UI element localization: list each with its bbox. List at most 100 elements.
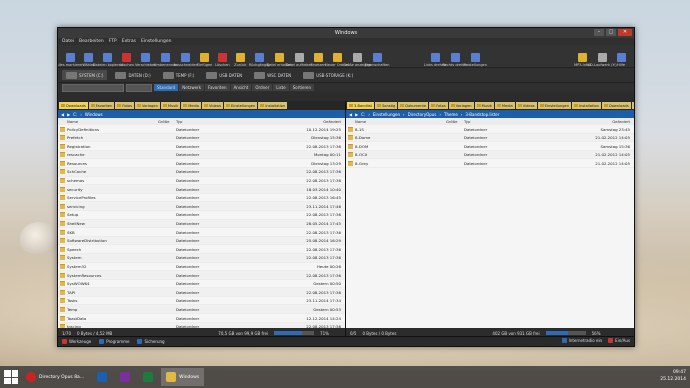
drive-button-2[interactable]: TEMP (F:): [159, 70, 199, 80]
view-button-2[interactable]: Favoriten: [205, 84, 230, 91]
col-name[interactable]: Name: [355, 119, 366, 124]
taskbar-item-directory-opus[interactable]: Directory Opus 8a...: [21, 368, 89, 386]
power-button[interactable]: Ein/Aus: [608, 338, 630, 343]
start-button-windows-icon[interactable]: [4, 370, 18, 384]
internet-radio-button[interactable]: Internetradio ein: [561, 338, 602, 343]
view-button-5[interactable]: Liste: [273, 84, 289, 91]
system-clock[interactable]: 09:47 25.12.2014: [660, 369, 686, 383]
toolbar-button-5[interactable]: Umbenennen: [154, 53, 177, 67]
list-item[interactable]: SystemResources Dateiordner 22.08.2013 17:…: [58, 271, 345, 280]
list-item[interactable]: security Dateiordner 18.03.2014 10:40: [58, 185, 345, 194]
maximize-button[interactable]: □: [606, 29, 616, 36]
col-name[interactable]: Name: [67, 119, 78, 124]
list-item[interactable]: ServiceProfiles Dateiordner 22.08.2013 16:…: [58, 194, 345, 203]
taskbar-item-onenote[interactable]: [115, 368, 135, 386]
breadcrumb-item-0[interactable]: C:: [73, 112, 77, 117]
list-item[interactable]: Speech Dateiordner 22.08.2013 17:36: [58, 245, 345, 254]
col-size[interactable]: Größe: [446, 119, 457, 124]
list-item[interactable]: ShellNew Dateiordner 28.05.2014 17:45: [58, 219, 345, 229]
left-tab-0[interactable]: Downloads: [59, 102, 88, 109]
right-tab-3[interactable]: Fotos: [429, 102, 448, 109]
list-item[interactable]: SKB Dateiordner 22.08.2013 17:36: [58, 228, 345, 237]
breadcrumb-item-4[interactable]: 3-Bandstop.lister: [465, 112, 499, 117]
list-item[interactable]: System Dateiordner 22.08.2013 17:36: [58, 253, 345, 263]
toolbar-button-3[interactable]: Löschen: [119, 53, 135, 67]
list-item[interactable]: 8-Dome Dateiordner 21.02.2012 14:05: [346, 133, 634, 143]
breadcrumb-item-1[interactable]: Einstellungen: [373, 112, 400, 117]
list-item[interactable]: SysWOW64 Dateiordner Gestern 00:50: [58, 280, 345, 289]
drive-button-4[interactable]: WSC DATEN: [250, 70, 295, 80]
col-date[interactable]: Geändert: [323, 119, 341, 124]
view-button-1[interactable]: Netzwerk: [179, 84, 205, 91]
back-arrow-icon[interactable]: ◀: [61, 112, 64, 117]
view-button-6[interactable]: Sortieren: [289, 84, 315, 91]
toolbar-button-4[interactable]: Verschieben: [135, 53, 156, 67]
toolbar-button-16[interactable]: Eigenschaften: [365, 53, 389, 67]
taskbar-item-windows-folder[interactable]: Windows: [161, 368, 205, 386]
list-item[interactable]: PolicyDefinitions Dateiordner 10.12.2014 1…: [58, 125, 345, 134]
list-item[interactable]: Resources Dateiordner Dienstag 13:29: [58, 159, 345, 168]
close-button[interactable]: ✕: [618, 29, 632, 36]
breadcrumb-item-2[interactable]: DirectoryOpus: [408, 112, 437, 117]
list-item[interactable]: Registration Dateiordner 22.08.2013 17:36: [58, 142, 345, 151]
right-tab-7[interactable]: Videos: [515, 102, 537, 109]
right-tab-9[interactable]: Installation: [572, 102, 601, 109]
left-tab-3[interactable]: Vorlagen: [135, 102, 160, 109]
menu-item-4[interactable]: Einstellungen: [141, 39, 172, 44]
drive-button-3[interactable]: USB DATEN: [202, 70, 246, 80]
left-tab-5[interactable]: Media: [181, 102, 201, 109]
toolbar-button-17[interactable]: Links drehen: [424, 53, 446, 67]
toolbar-button-8[interactable]: Löschen: [215, 53, 231, 67]
taskbar-item-excel[interactable]: [138, 368, 158, 386]
left-tab-7[interactable]: Einstellungen: [223, 102, 258, 109]
toolbar-button-6[interactable]: Ausschneiden: [174, 53, 198, 67]
list-item[interactable]: SchCache Dateiordner 22.08.2013 17:36: [58, 167, 345, 177]
toolbar-button-7[interactable]: Einfügen: [197, 53, 213, 67]
list-item[interactable]: TAPI Dateiordner 22.08.2013 17:36: [58, 288, 345, 297]
list-item[interactable]: rescache Dateiordner Montag 00:11: [58, 150, 345, 160]
col-size[interactable]: Größe: [158, 119, 169, 124]
tools-button[interactable]: Werkzeuge: [62, 339, 91, 344]
forward-arrow-icon[interactable]: ▶: [67, 112, 70, 117]
right-tab-1[interactable]: Sonstig: [374, 102, 398, 109]
list-item[interactable]: 8-1S Dateiordner Samstag 23:45: [346, 125, 634, 134]
list-item[interactable]: System32 Dateiordner Heute 00:26: [58, 263, 345, 272]
view-button-0[interactable]: Standard: [154, 84, 179, 91]
left-tab-1[interactable]: Favoriten: [88, 102, 115, 109]
right-tab-4[interactable]: Vorlagen: [448, 102, 474, 109]
list-item[interactable]: 8-Grey Dateiordner 21.02.2012 14:05: [346, 159, 634, 168]
search-box[interactable]: [62, 83, 124, 92]
left-tab-8[interactable]: Installation: [258, 102, 288, 109]
drive-button-0[interactable]: SYSTEM (C:): [62, 70, 108, 80]
list-item[interactable]: SoftwareDistribution Dateiordner 25.08.201…: [58, 236, 345, 246]
toolbar-button-21[interactable]: CD-Laufwerk (Y:): [588, 53, 617, 67]
right-tab-0[interactable]: 3-Bandlist: [347, 102, 374, 109]
forward-arrow-icon[interactable]: ▶: [355, 112, 358, 117]
list-item[interactable]: ToastData Dateiordner 12.12.2014 14:24: [58, 314, 345, 323]
right-address-bar[interactable]: ◀ ▶ C: › Einstellungen › DirectoryOpus › Theme › 3…: [346, 110, 634, 118]
breadcrumb-item-0[interactable]: C:: [361, 112, 365, 117]
toolbar-button-13[interactable]: Ersetzen: [310, 53, 326, 67]
toolbar-button-19[interactable]: Einstellungen: [463, 53, 487, 67]
toolbar-button-12[interactable]: Datei aufheben: [286, 53, 313, 67]
toolbar-button-0[interactable]: Alles markieren: [58, 53, 84, 67]
left-tab-2[interactable]: Fotos: [115, 102, 135, 109]
list-item[interactable]: Tasks Dateiordner 23.11.2014 17:34: [58, 297, 345, 306]
list-item[interactable]: Prefetch Dateiordner Dienstag 15:36: [58, 133, 345, 143]
drive-button-5[interactable]: USB-STORAGE (K:): [299, 70, 357, 80]
drive-button-1[interactable]: DATEN (D:): [111, 70, 154, 80]
col-type[interactable]: Typ: [464, 119, 470, 124]
programs-button[interactable]: Programme: [99, 339, 129, 344]
col-type[interactable]: Typ: [176, 119, 182, 124]
breadcrumb-item-3[interactable]: Theme: [444, 112, 458, 117]
right-tab-6[interactable]: Media: [494, 102, 515, 109]
list-item[interactable]: Temp Dateiordner Gestern 00:53: [58, 305, 345, 315]
toolbar-button-2[interactable]: Dateien kopieren: [93, 53, 123, 67]
backup-button[interactable]: Sicherung: [137, 339, 165, 344]
list-item[interactable]: servicing Dateiordner 23.11.2014 17:46: [58, 202, 345, 211]
list-item[interactable]: 8-OCX Dateiordner 21.02.2012 14:05: [346, 150, 634, 160]
toolbar-button-22[interactable]: Hilfe: [613, 53, 629, 67]
list-item[interactable]: Setup Dateiordner 22.08.2013 17:36: [58, 211, 345, 220]
view-button-3[interactable]: Ansicht: [230, 84, 252, 91]
right-tab-10[interactable]: Downloads: [601, 102, 631, 109]
